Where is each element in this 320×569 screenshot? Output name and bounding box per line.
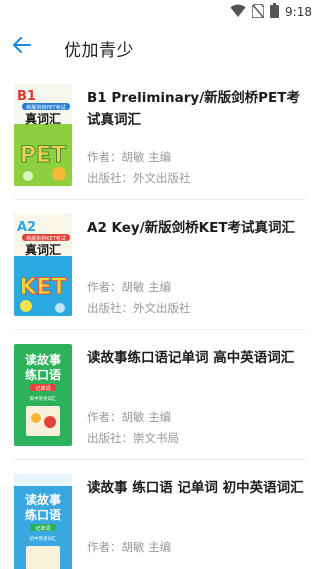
wifi-icon	[230, 3, 246, 22]
book-author: 作者：胡敏 主编	[87, 150, 172, 164]
cover-main: 读故事	[25, 352, 61, 367]
cover-art-text: KET	[19, 275, 66, 300]
cover-foot: 高中英语词汇	[30, 395, 57, 402]
book-author: 作者：胡敏 主编	[87, 540, 172, 554]
cover-badge: 记单词	[35, 385, 50, 392]
arrow-left-icon	[13, 37, 31, 57]
book-cover: B1 新版剑桥PET考试 真词汇 PET	[14, 84, 72, 186]
cover-level: A2	[17, 220, 36, 235]
page-title: 优加青少	[64, 41, 134, 61]
cover-badge: 新版剑桥PET考试	[26, 104, 65, 111]
book-title: 读故事 练口语 记单词 初中英语词汇	[87, 480, 304, 496]
battery-icon	[270, 2, 280, 22]
back-button[interactable]	[10, 35, 34, 59]
book-cover: 读故事 练口语 记单词 高中英语词汇	[14, 344, 72, 446]
list-item-book[interactable]: A2 新版剑桥KET考试 真词汇 KET A2 Key/新版剑桥KET考试真词汇…	[0, 200, 320, 330]
status-bar: 9:18	[0, 0, 320, 24]
status-icons: 9:18	[230, 2, 312, 22]
book-author: 作者：胡敏 主编	[87, 280, 172, 294]
book-cover: A2 新版剑桥KET考试 真词汇 KET	[14, 214, 72, 316]
sim-off-icon	[251, 2, 265, 22]
list-item-book[interactable]: B1 新版剑桥PET考试 真词汇 PET B1 Preliminary/新版剑桥…	[0, 70, 320, 200]
cover-badge: 记单词	[35, 525, 50, 532]
cover-main: 真词汇	[25, 111, 61, 126]
book-author: 作者：胡敏 主编	[87, 410, 172, 424]
book-title: 读故事练口语记单词 高中英语词汇	[87, 350, 295, 366]
cover-art-text: PET	[20, 143, 66, 168]
cover-main: 真词汇	[25, 242, 61, 257]
cover-sub: 练口语	[25, 507, 61, 522]
book-cover: 读故事 练口语 记单词 初中英语词汇	[14, 474, 72, 569]
cover-badge: 新版剑桥KET考试	[26, 235, 66, 242]
book-title: A2 Key/新版剑桥KET考试真词汇	[87, 220, 296, 236]
app-bar: 优加青少	[0, 24, 320, 70]
list-item-book[interactable]: 读故事 练口语 记单词 高中英语词汇 读故事练口语记单词 高中英语词汇 作者：胡…	[0, 330, 320, 460]
status-time: 9:18	[285, 5, 312, 19]
book-publisher: 出版社：外文出版社	[87, 301, 191, 315]
cover-main: 读故事	[25, 492, 61, 507]
list-item-book[interactable]: 读故事 练口语 记单词 初中英语词汇 读故事 练口语 记单词 初中英语词汇 作者…	[0, 460, 320, 569]
cover-sub: 练口语	[25, 367, 61, 382]
cover-level: B1	[17, 89, 36, 104]
book-publisher: 出版社：崇文书局	[87, 431, 179, 445]
book-title: B1 Preliminary/新版剑桥PET考试真词汇	[87, 90, 300, 128]
book-publisher: 出版社：外文出版社	[87, 171, 191, 185]
cover-foot: 初中英语词汇	[30, 535, 57, 542]
